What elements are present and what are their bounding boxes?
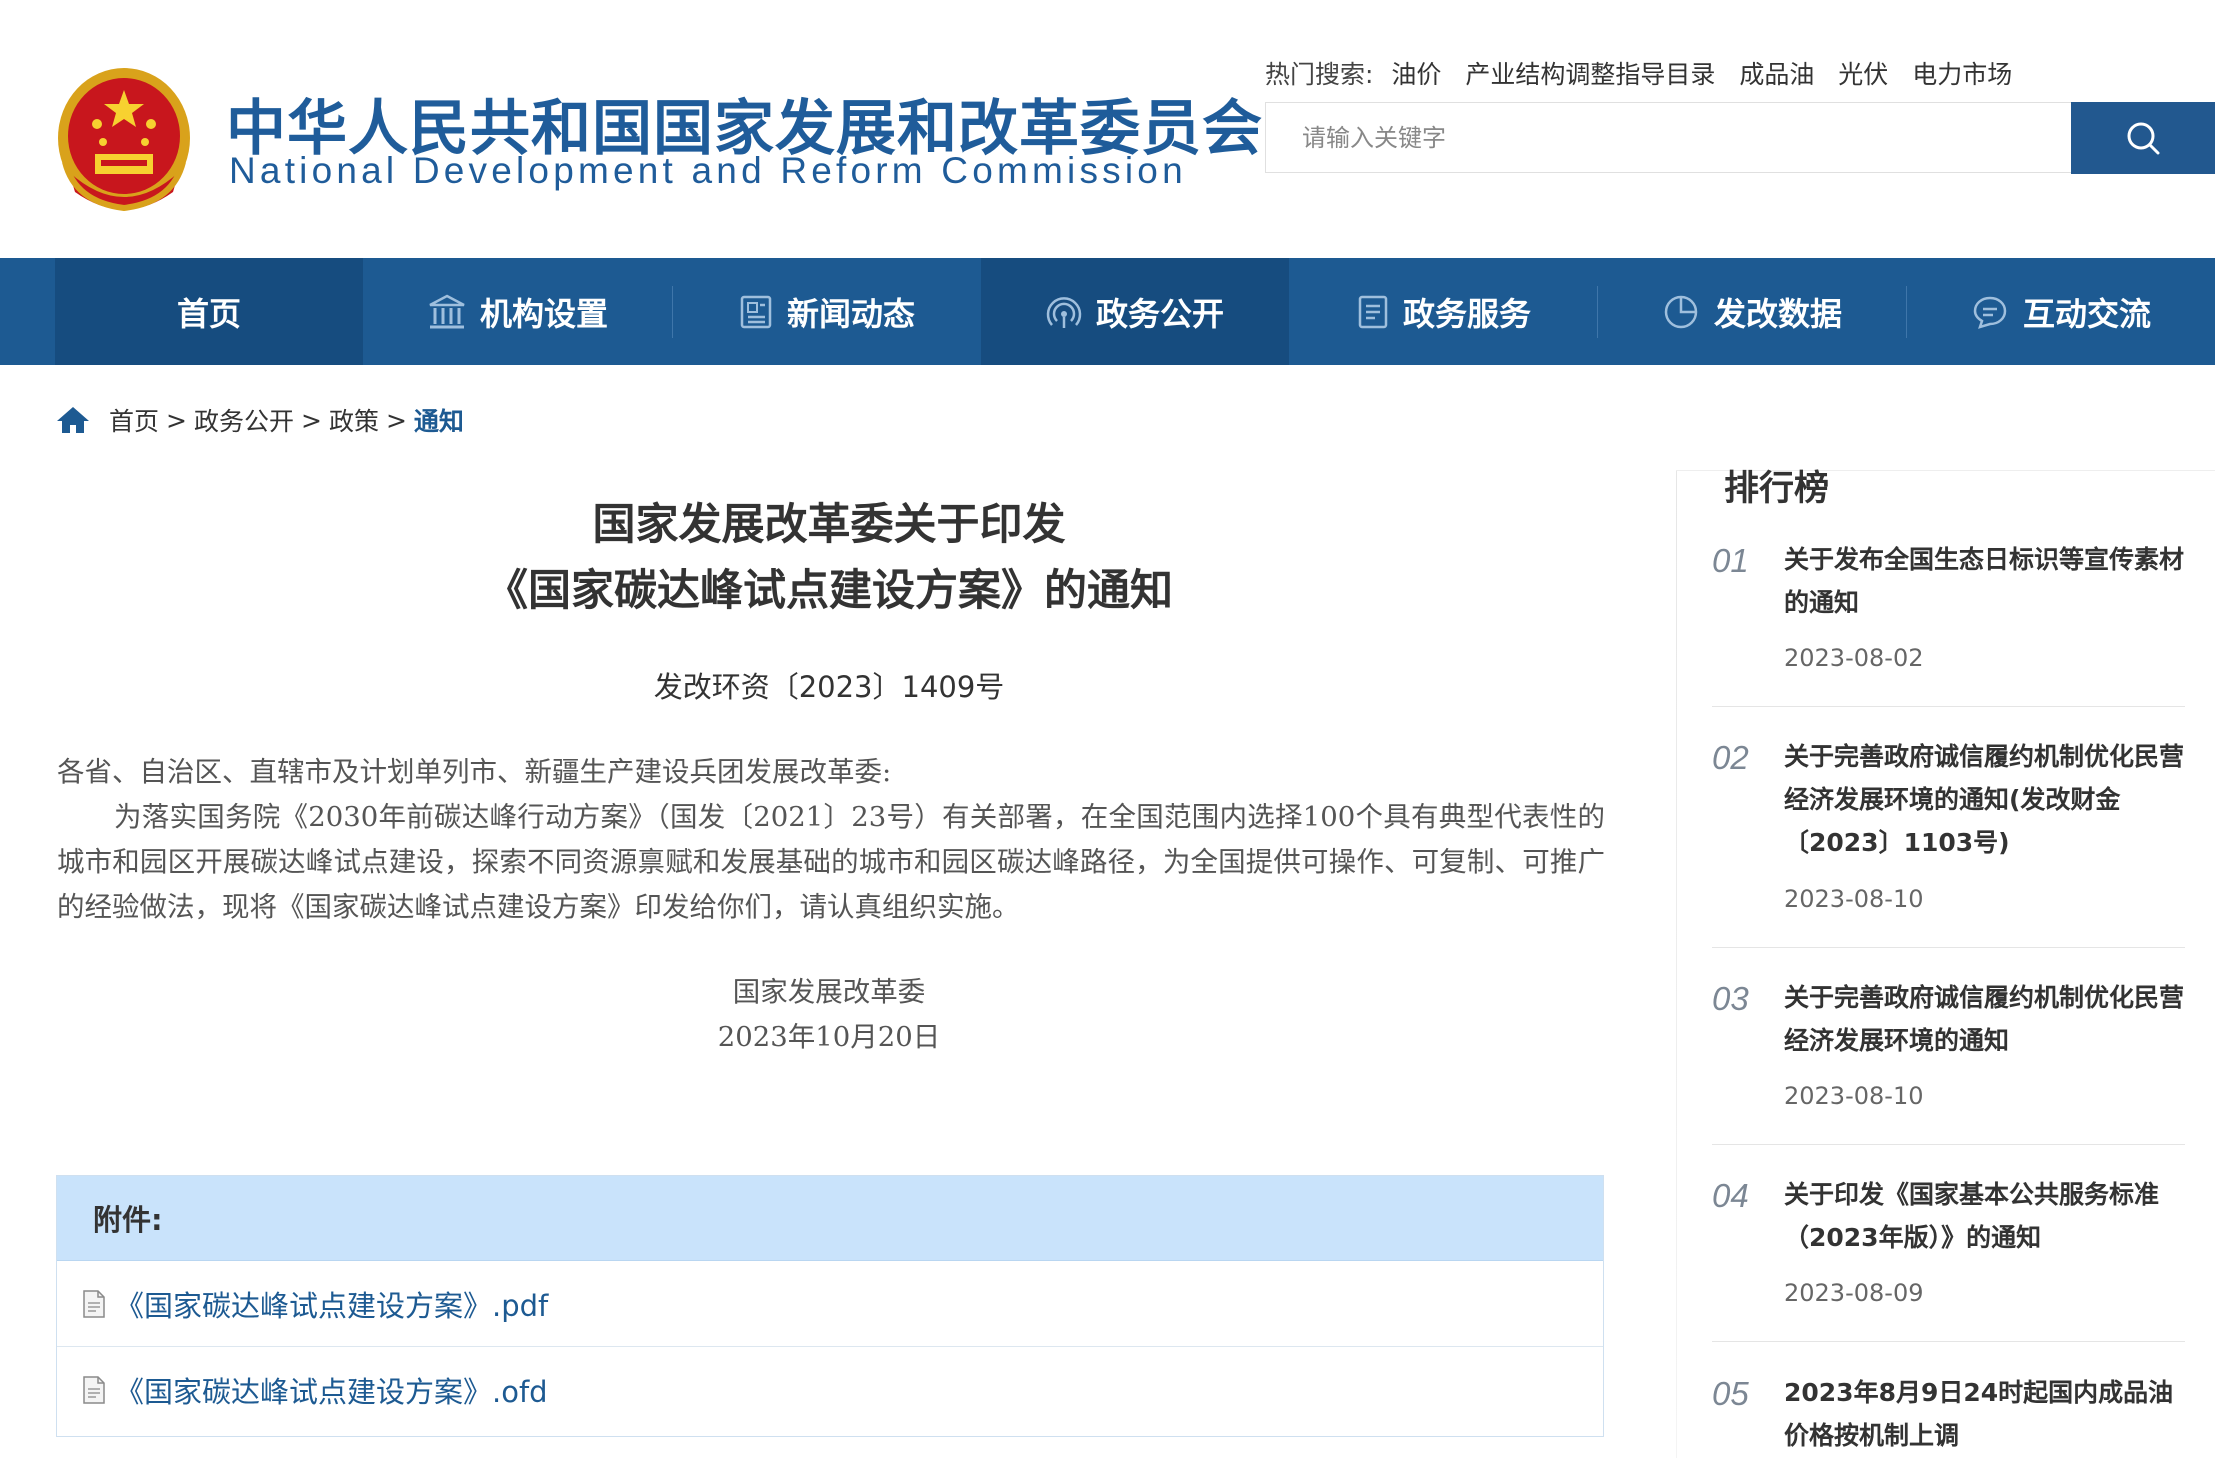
divider — [1712, 1341, 2185, 1342]
signature-date: 2023年10月20日 — [717, 1021, 941, 1053]
national-emblem-icon[interactable] — [55, 62, 193, 212]
article-paragraph: 为落实国务院《2030年前碳达峰行动方案》（国发〔2021〕23号）有关部署，在… — [57, 801, 1605, 923]
ranking-item-title[interactable]: 2023年8月9日24时起国内成品油价格按机制上调 — [1784, 1371, 2184, 1457]
signature: 国家发展改革委 — [732, 976, 926, 1008]
main-nav: 首页 机构设置 新闻动态 政务公开 政务服务 发改数据 互动交流 — [0, 258, 2215, 365]
nav-item-label: 机构设置 — [479, 294, 608, 333]
search-input[interactable] — [1266, 103, 2026, 172]
ranking-item-date: 2023-08-09 — [1784, 1279, 1924, 1307]
search-icon — [2127, 122, 2160, 155]
hot-keyword-link[interactable]: 成品油 — [1739, 60, 1814, 89]
broadcast-icon — [1046, 294, 1082, 330]
ranking-item-date: 2023-08-10 — [1784, 885, 1924, 913]
breadcrumb-separator: > — [385, 405, 407, 435]
hot-search-bar: 热门搜索: 油价 产业结构调整指导目录 成品油 光伏 电力市场 — [1265, 55, 2028, 91]
chat-icon — [1971, 294, 2009, 330]
article-body: 各省、自治区、直辖市及计划单列市、新疆生产建设兵团发展改革委: 为落实国务院《2… — [57, 750, 1605, 930]
ranking-item[interactable]: 02 关于完善政府诚信履约机制优化民营经济发展环境的通知(发改财金〔2023〕1… — [1712, 735, 2185, 948]
nav-item-label: 政务公开 — [1095, 294, 1224, 333]
nav-item-label: 新闻动态 — [786, 294, 915, 333]
article-title-line: 《国家碳达峰试点建设方案》的通知 — [485, 566, 1173, 616]
ranking-item-title[interactable]: 关于发布全国生态日标识等宣传素材的通知 — [1784, 538, 2184, 624]
attachment-filename: 《国家碳达峰试点建设方案》.pdf — [115, 1288, 549, 1323]
ranking-item-title[interactable]: 关于完善政府诚信履约机制优化民营经济发展环境的通知 — [1784, 976, 2184, 1062]
file-icon — [81, 1375, 107, 1405]
ranking-item-title[interactable]: 关于印发《国家基本公共服务标准（2023年版）》的通知 — [1784, 1173, 2184, 1259]
hot-keyword-link[interactable]: 电力市场 — [1912, 60, 2012, 89]
attachments-box: 附件: 《国家碳达峰试点建设方案》.pdf 《国家碳达峰试点建设方案》.ofd — [56, 1175, 1604, 1437]
breadcrumb-link[interactable]: 政策 — [329, 402, 379, 438]
nav-item-label: 互动交流 — [2022, 294, 2151, 333]
document-icon — [1357, 294, 1389, 330]
attachment-link[interactable]: 《国家碳达峰试点建设方案》.ofd — [57, 1347, 1603, 1433]
ranking-panel: 排行榜 01 关于发布全国生态日标识等宣传素材的通知 2023-08-02 02… — [1676, 469, 2215, 1461]
article-title: 国家发展改革委关于印发 《国家碳达峰试点建设方案》的通知 — [55, 492, 1603, 624]
search-button[interactable] — [2071, 102, 2215, 174]
nav-item-news[interactable]: 新闻动态 — [673, 258, 981, 365]
ranking-item-date: 2023-08-02 — [1784, 644, 1924, 672]
nav-item-interaction[interactable]: 互动交流 — [1907, 258, 2215, 365]
hot-keyword-link[interactable]: 产业结构调整指导目录 — [1465, 60, 1715, 89]
breadcrumb: 首页 > 政务公开 > 政策 > 通知 — [55, 402, 464, 438]
ranking-number: 04 — [1712, 1177, 1749, 1214]
hot-keyword-link[interactable]: 油价 — [1391, 60, 1441, 89]
breadcrumb-link[interactable]: 政务公开 — [194, 402, 294, 438]
panel-border — [1676, 470, 1677, 1458]
ranking-item[interactable]: 03 关于完善政府诚信履约机制优化民营经济发展环境的通知 2023-08-10 — [1712, 976, 2185, 1145]
hot-keyword-link[interactable]: 光伏 — [1838, 60, 1888, 89]
ranking-number: 05 — [1712, 1375, 1749, 1412]
breadcrumb-separator: > — [300, 405, 322, 435]
site-name-en[interactable]: National Development and Reform Commissi… — [229, 150, 1187, 192]
file-icon — [81, 1289, 107, 1319]
ranking-item-date: 2023-08-10 — [1784, 1082, 1924, 1110]
divider — [1712, 947, 2185, 948]
breadcrumb-link[interactable]: 首页 — [109, 402, 159, 438]
nav-item-label: 发改数据 — [1713, 294, 1842, 333]
pie-chart-icon — [1662, 293, 1700, 331]
divider — [1712, 1144, 2185, 1145]
ranking-item-title[interactable]: 关于完善政府诚信履约机制优化民营经济发展环境的通知(发改财金〔2023〕1103… — [1784, 735, 2184, 864]
attachment-filename: 《国家碳达峰试点建设方案》.ofd — [115, 1375, 548, 1409]
divider — [1712, 706, 2185, 707]
site-header: 中华人民共和国国家发展和改革委员会 National Development a… — [0, 0, 2215, 258]
signature-block: 国家发展改革委 2023年10月20日 — [55, 970, 1603, 1060]
document-number: 发改环资〔2023〕1409号 — [653, 670, 1005, 704]
attachments-header: 附件: — [57, 1176, 1603, 1261]
nav-item-data[interactable]: 发改数据 — [1598, 258, 1906, 365]
breadcrumb-current[interactable]: 通知 — [414, 402, 464, 438]
nav-item-gov-services[interactable]: 政务服务 — [1290, 258, 1598, 365]
ranking-number: 01 — [1712, 542, 1749, 579]
article-title-line: 国家发展改革委关于印发 — [592, 500, 1066, 550]
nav-item-home[interactable]: 首页 — [55, 258, 363, 365]
hot-search-label: 热门搜索: — [1265, 60, 1374, 89]
ranking-number: 02 — [1712, 739, 1749, 776]
breadcrumb-separator: > — [166, 405, 187, 435]
attachment-link[interactable]: 《国家碳达峰试点建设方案》.pdf — [57, 1261, 1603, 1347]
nav-item-organization[interactable]: 机构设置 — [364, 258, 672, 365]
news-icon — [739, 294, 773, 330]
ranking-title: 排行榜 — [1724, 469, 1830, 509]
home-icon[interactable] — [55, 405, 91, 435]
ranking-item[interactable]: 05 2023年8月9日24时起国内成品油价格按机制上调 — [1712, 1371, 2185, 1461]
nav-item-gov-affairs[interactable]: 政务公开 — [981, 258, 1289, 365]
ranking-item[interactable]: 04 关于印发《国家基本公共服务标准（2023年版）》的通知 2023-08-0… — [1712, 1173, 2185, 1342]
building-icon — [428, 294, 466, 330]
ranking-number: 03 — [1712, 980, 1749, 1017]
salutation: 各省、自治区、直辖市及计划单列市、新疆生产建设兵团发展改革委: — [57, 756, 892, 788]
search-box — [1265, 102, 2072, 173]
nav-item-label: 首页 — [176, 294, 241, 333]
ranking-item[interactable]: 01 关于发布全国生态日标识等宣传素材的通知 2023-08-02 — [1712, 538, 2185, 707]
nav-item-label: 政务服务 — [1402, 294, 1531, 333]
